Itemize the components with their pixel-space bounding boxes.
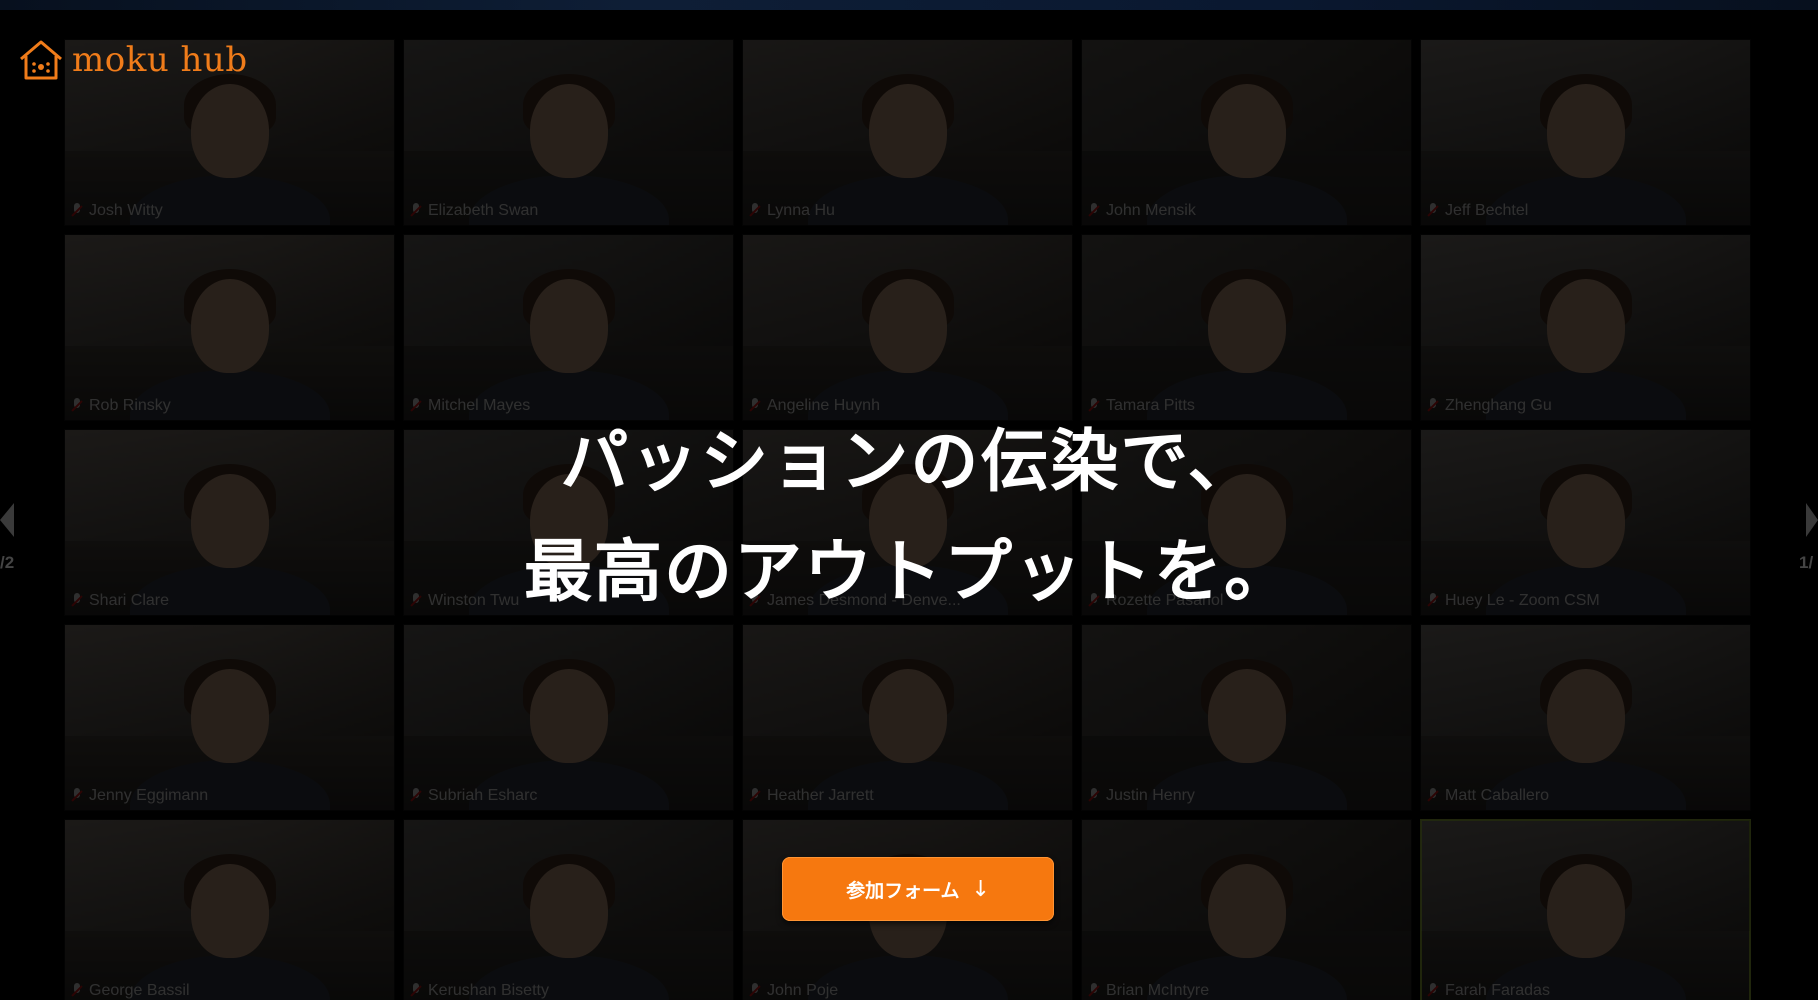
headline-line-2: 最高のアウトプットを。 bbox=[523, 533, 1294, 612]
join-form-button[interactable]: 参加フォーム ↓ bbox=[782, 857, 1054, 921]
top-strip bbox=[0, 0, 1818, 10]
logo-text: moku hub bbox=[72, 40, 248, 80]
hero-headline: パッションの伝染で、 最高のアウトプットを。 bbox=[0, 408, 1818, 628]
house-icon bbox=[20, 40, 62, 80]
join-form-button-label: 参加フォーム bbox=[846, 879, 960, 902]
brand-logo[interactable]: moku hub bbox=[18, 38, 248, 82]
down-arrow-icon: ↓ bbox=[971, 876, 990, 902]
headline-line-1: パッションの伝染で、 bbox=[560, 423, 1258, 502]
